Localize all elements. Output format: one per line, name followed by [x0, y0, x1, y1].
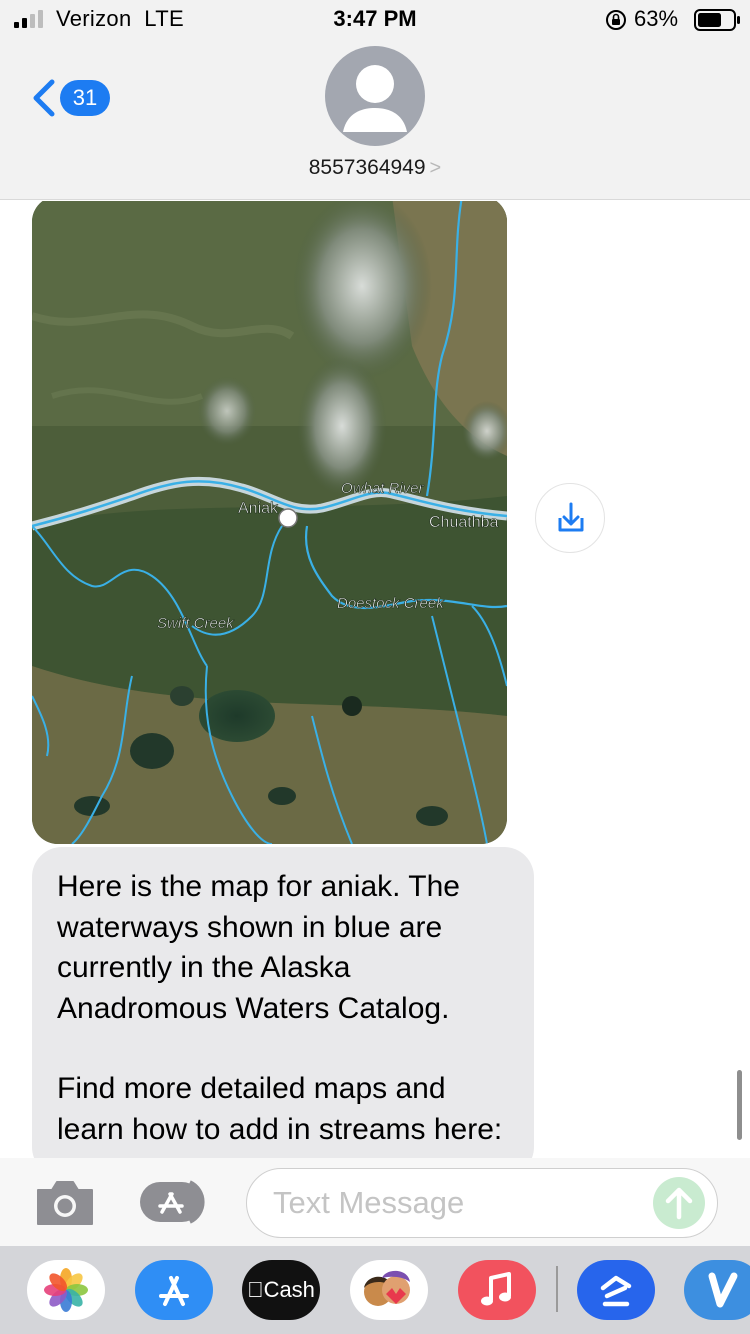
venmo-icon — [708, 1272, 738, 1308]
message-input[interactable] — [273, 1181, 633, 1225]
memoji-button[interactable] — [350, 1260, 428, 1320]
zillow-icon — [600, 1275, 632, 1307]
music-app-button[interactable] — [458, 1260, 536, 1320]
status-bar: Verizon LTE 3:47 PM 63% — [0, 0, 750, 40]
satellite-map: Owhat River Aniak Chuathba Doestock Cree… — [32, 201, 507, 844]
contact-number: 8557364949 — [308, 156, 426, 179]
person-icon — [343, 65, 407, 132]
camera-icon[interactable] — [34, 1176, 96, 1228]
photos-icon — [44, 1268, 88, 1312]
map-label-chuathba: Chuathba — [429, 514, 498, 531]
message-field[interactable] — [246, 1168, 718, 1238]
apple-cash-icon:  — [247, 1277, 264, 1302]
save-image-button[interactable] — [535, 483, 605, 553]
arrow-up-icon — [665, 1187, 693, 1220]
message-text-paragraph-2: Find more detailed maps and learn how to… — [57, 1072, 503, 1146]
memoji-icon — [364, 1270, 410, 1306]
download-icon — [558, 502, 584, 532]
venmo-app-button[interactable] — [684, 1260, 750, 1320]
map-label-owhat-river: Owhat River — [341, 480, 425, 497]
chevron-right-icon: > — [429, 157, 442, 179]
battery-icon — [694, 9, 740, 31]
rotation-lock-icon — [606, 10, 626, 30]
message-thread[interactable]: Owhat River Aniak Chuathba Doestock Cree… — [0, 201, 750, 1158]
zillow-app-button[interactable] — [577, 1260, 655, 1320]
received-message-bubble[interactable]: Here is the map for aniak. The waterways… — [32, 847, 534, 1158]
contact-name[interactable]: 8557364949 > — [0, 156, 750, 180]
back-button-unread-badge[interactable]: 31 — [60, 80, 110, 116]
drawer-divider — [556, 1266, 558, 1312]
back-chevron-icon[interactable] — [30, 78, 60, 118]
app-store-button[interactable] — [135, 1260, 213, 1320]
map-label-swift-creek: Swift Creek — [157, 615, 235, 632]
photos-app-button[interactable] — [27, 1260, 105, 1320]
message-text-paragraph-1: Here is the map for aniak. The waterways… — [57, 870, 460, 1025]
app-drawer: Cash — [0, 1246, 750, 1334]
contact-avatar[interactable] — [325, 46, 425, 146]
map-image-message[interactable]: Owhat River Aniak Chuathba Doestock Cree… — [32, 201, 507, 844]
battery-percent: 63% — [634, 6, 679, 31]
map-label-doestock-creek: Doestock Creek — [337, 595, 445, 612]
appstore-icon — [159, 1276, 189, 1306]
apple-cash-label: Cash — [255, 1277, 315, 1302]
scrollbar[interactable] — [737, 1070, 742, 1140]
app-store-drawer-icon[interactable] — [138, 1178, 214, 1226]
send-button[interactable] — [653, 1177, 705, 1229]
map-label-aniak: Aniak — [238, 500, 279, 517]
conversation-header: 31 8557364949 > — [0, 40, 750, 200]
music-icon — [481, 1272, 511, 1306]
apple-cash-button[interactable]: Cash — [242, 1260, 320, 1320]
compose-bar — [0, 1158, 750, 1246]
